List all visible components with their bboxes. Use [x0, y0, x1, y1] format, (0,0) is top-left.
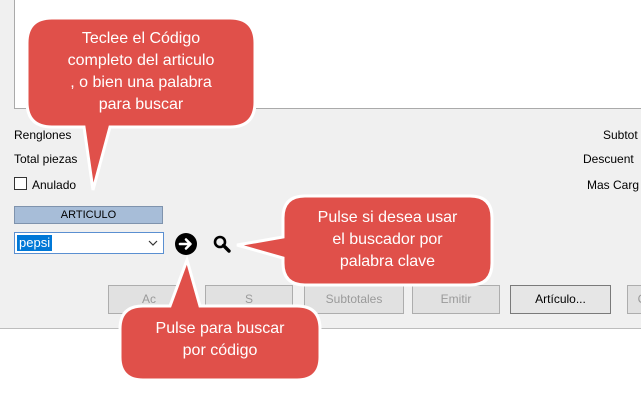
callout-teclee-text: Teclee el Código completo del articulo ,… — [27, 28, 255, 116]
mas-cargos-label: Mas Carg — [587, 178, 640, 192]
callout-buscador-line3: palabra clave — [339, 253, 436, 270]
anulado-checkbox[interactable] — [14, 177, 27, 190]
callout-buscador-text: Pulse si desea usar el buscador por pala… — [283, 207, 492, 273]
subtotal-label: Subtot — [603, 128, 638, 142]
arrow-right-icon — [178, 238, 192, 250]
callout-teclee-line3: , o bien una palabra — [70, 74, 212, 91]
magnifier-icon — [213, 235, 231, 253]
renglones-label: Renglones — [14, 128, 72, 142]
action-button-1[interactable]: Ac — [108, 285, 190, 314]
articulo-header: ARTICULO — [14, 206, 163, 224]
articulo-combobox-value: pepsi — [17, 235, 53, 251]
callout-buscador-line1: Pulse si desea usar — [317, 209, 458, 226]
subtotales-button[interactable]: Subtotales — [304, 285, 404, 314]
articulo-button[interactable]: Artículo... — [510, 285, 611, 314]
chevron-down-icon[interactable] — [147, 236, 159, 250]
articulo-combobox[interactable]: pepsi — [14, 232, 164, 254]
emitir-button[interactable]: Emitir — [412, 285, 500, 314]
callout-codigo-line2: por código — [182, 342, 258, 359]
total-piezas-label: Total piezas — [14, 152, 78, 166]
action-button-2[interactable]: S — [205, 285, 293, 314]
callout-buscador-line2: el buscador por — [332, 231, 443, 248]
descuento-label: Descuent — [583, 152, 634, 166]
buscar-codigo-button[interactable] — [175, 233, 197, 255]
callout-codigo-text: Pulse para buscar por código — [120, 318, 320, 362]
callout-teclee-line2: completo del articulo — [67, 52, 215, 69]
callout-teclee-line4: para buscar — [98, 96, 184, 113]
anulado-label: Anulado — [32, 178, 77, 192]
buscador-palabra-button[interactable] — [211, 233, 233, 255]
action-button-6[interactable]: C — [627, 285, 641, 314]
callout-codigo-line1: Pulse para buscar — [155, 320, 285, 337]
callout-teclee-line1: Teclee el Código — [81, 30, 201, 47]
